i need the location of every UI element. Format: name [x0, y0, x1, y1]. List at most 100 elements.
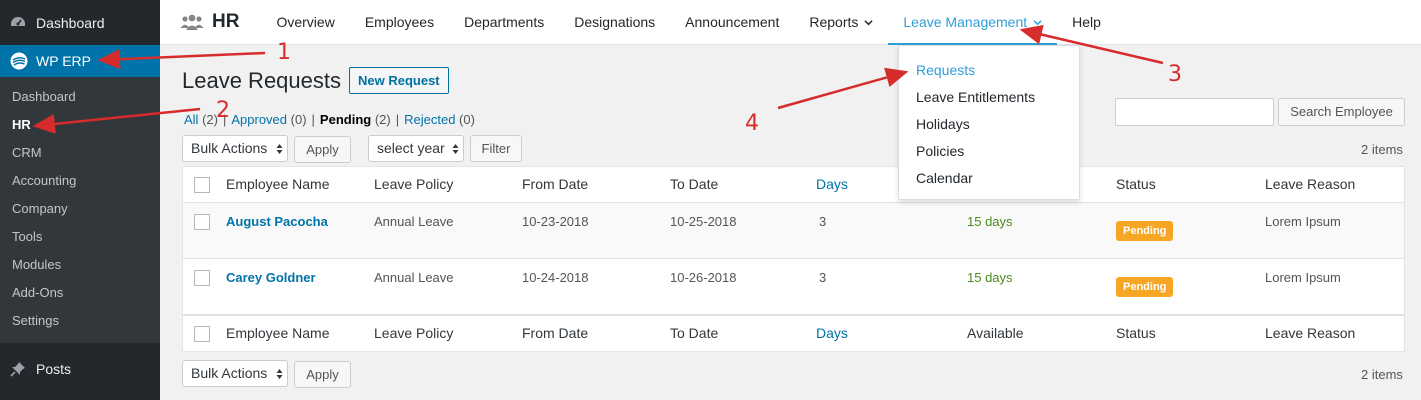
column-header: Leave Reason	[1265, 325, 1356, 341]
column-header: Available	[967, 325, 1024, 341]
submenu-tools[interactable]: Tools	[0, 223, 160, 251]
nav-announcement[interactable]: Announcement	[670, 0, 794, 44]
nav-label: Help	[1072, 14, 1101, 30]
table-footer-row: Employee Name Leave Policy From Date To …	[183, 315, 1404, 351]
nav-designations[interactable]: Designations	[559, 0, 670, 44]
bulk-actions-select[interactable]: Bulk Actions	[182, 135, 288, 162]
available-days: 15 days	[967, 214, 1013, 229]
dashboard-icon	[10, 15, 26, 31]
dropdown-item-requests[interactable]: Requests	[916, 62, 975, 78]
nav-label: Reports	[809, 14, 859, 30]
column-header: Status	[1116, 325, 1156, 341]
admin-sidebar: Dashboard WP ERP Dashboard HR CRM Accoun…	[0, 0, 160, 400]
select-value: Bulk Actions	[191, 140, 268, 156]
select-all-checkbox[interactable]	[194, 326, 210, 342]
leave-reason: Lorem Ipsum	[1265, 214, 1341, 229]
employee-name-link[interactable]: Carey Goldner	[226, 270, 316, 285]
sidebar-item-posts[interactable]: Posts	[0, 349, 160, 389]
column-header: To Date	[670, 176, 719, 192]
row-checkbox[interactable]	[194, 270, 210, 286]
available-days: 15 days	[967, 270, 1013, 285]
wp-erp-icon	[10, 52, 28, 70]
filter-button[interactable]: Filter	[470, 135, 522, 162]
dropdown-item-holidays[interactable]: Holidays	[916, 116, 970, 132]
column-header: From Date	[522, 325, 589, 341]
filter-rejected-link[interactable]: Rejected (0)	[404, 112, 475, 127]
column-header: Leave Policy	[374, 176, 454, 192]
filter-label: Rejected	[404, 112, 456, 127]
select-arrows-icon	[276, 369, 283, 379]
column-header[interactable]: Employee Name	[226, 325, 330, 341]
dropdown-item-policies[interactable]: Policies	[916, 143, 964, 159]
submenu-modules[interactable]: Modules	[0, 251, 160, 279]
leave-management-dropdown: Requests Leave Entitlements Holidays Pol…	[898, 45, 1080, 200]
nav-employees[interactable]: Employees	[350, 0, 449, 44]
filter-approved-link[interactable]: Approved (0)	[231, 112, 306, 127]
column-header: To Date	[670, 325, 719, 341]
annotation-number: 4	[745, 111, 759, 136]
submenu-hr[interactable]: HR	[0, 111, 160, 139]
leave-requests-table: Employee Name Leave Policy From Date To …	[182, 166, 1405, 352]
main-content: Leave Requests New Request All (2) | Appro…	[160, 46, 1421, 400]
column-header: Leave Policy	[374, 325, 454, 341]
submenu-dashboard[interactable]: Dashboard	[0, 83, 160, 111]
days: 3	[819, 270, 827, 285]
submenu-settings[interactable]: Settings	[0, 307, 160, 335]
column-header: Leave Reason	[1265, 176, 1356, 192]
people-icon	[180, 14, 204, 30]
sidebar-item-dashboard[interactable]: Dashboard	[0, 0, 160, 45]
nav-help[interactable]: Help	[1057, 0, 1116, 44]
column-header[interactable]: Employee Name	[226, 176, 330, 192]
annotation-number: 3	[1168, 62, 1182, 87]
table-row: Carey Goldner Annual Leave 10-24-2018 10…	[183, 259, 1404, 315]
leave-policy: Annual Leave	[374, 214, 454, 229]
nav-label: Overview	[276, 14, 335, 30]
pushpin-icon	[10, 361, 26, 377]
annotation-number: 2	[216, 98, 230, 123]
chevron-down-icon	[1033, 19, 1042, 25]
column-header: Status	[1116, 176, 1156, 192]
apply-button[interactable]: Apply	[294, 136, 351, 163]
status-badge: Pending	[1116, 277, 1174, 297]
dropdown-item-leave-entitlements[interactable]: Leave Entitlements	[916, 89, 1035, 105]
bulk-actions-select-bottom[interactable]: Bulk Actions	[182, 360, 288, 387]
chevron-down-icon	[864, 19, 873, 25]
from-date: 10-24-2018	[522, 270, 589, 285]
column-header-sortable[interactable]: Days	[816, 325, 848, 341]
submenu-company[interactable]: Company	[0, 195, 160, 223]
select-year-dropdown[interactable]: select year	[368, 135, 464, 162]
filter-count: (0)	[290, 112, 307, 127]
filter-all-link[interactable]: All (2)	[184, 112, 218, 127]
row-checkbox[interactable]	[194, 214, 210, 230]
nav-overview[interactable]: Overview	[261, 0, 349, 44]
new-request-button[interactable]: New Request	[349, 67, 449, 94]
nav-departments[interactable]: Departments	[449, 0, 559, 44]
select-all-checkbox[interactable]	[194, 177, 210, 193]
submenu-crm[interactable]: CRM	[0, 139, 160, 167]
employee-name-link[interactable]: August Pacocha	[226, 214, 328, 229]
dropdown-item-calendar[interactable]: Calendar	[916, 170, 973, 186]
search-employee-button[interactable]: Search Employee	[1278, 98, 1405, 126]
sidebar-item-wp-erp[interactable]: WP ERP	[0, 45, 160, 77]
select-arrows-icon	[276, 144, 283, 154]
items-count-bottom: 2 items	[1361, 367, 1403, 382]
status-badge: Pending	[1116, 221, 1174, 241]
search-employee-input[interactable]	[1115, 98, 1274, 126]
submenu-accounting[interactable]: Accounting	[0, 167, 160, 195]
filter-label: Pending	[319, 112, 372, 127]
leave-policy: Annual Leave	[374, 270, 454, 285]
from-date: 10-23-2018	[522, 214, 589, 229]
apply-button-bottom[interactable]: Apply	[294, 361, 351, 388]
filter-count: (0)	[459, 112, 475, 127]
to-date: 10-26-2018	[670, 270, 737, 285]
submenu-add-ons[interactable]: Add-Ons	[0, 279, 160, 307]
nav-reports[interactable]: Reports	[794, 0, 888, 44]
filter-pending-link[interactable]: Pending (2)	[320, 112, 391, 127]
nav-leave-management[interactable]: Leave Management	[888, 0, 1057, 45]
separator: |	[311, 112, 315, 127]
column-header-sortable[interactable]: Days	[816, 176, 848, 192]
filter-count: (2)	[374, 112, 391, 127]
table-header-row: Employee Name Leave Policy From Date To …	[183, 167, 1404, 203]
select-value: Bulk Actions	[191, 365, 268, 381]
separator: |	[395, 112, 400, 127]
